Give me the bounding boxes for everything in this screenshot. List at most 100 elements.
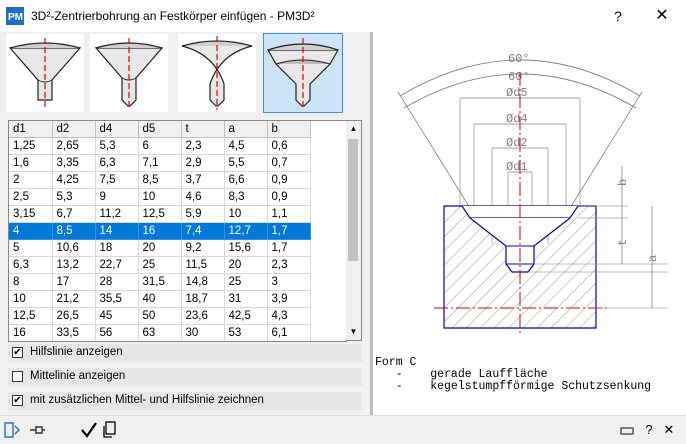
table-cell[interactable]: 1,6 — [9, 154, 53, 172]
table-cell[interactable]: 2 — [9, 171, 53, 189]
dimension-table[interactable]: d1 d2 d4 d5 t a b 1,25 2,65 5,3 6 2,3 4,5 0,6 1,6 3,35 6… — [8, 120, 347, 342]
table-cell[interactable]: 63 — [138, 324, 182, 341]
table-cell[interactable]: 33,5 — [52, 324, 96, 341]
table-cell[interactable]: 16 — [138, 222, 182, 240]
thumbnail-form-b[interactable] — [90, 34, 168, 112]
table-cell[interactable]: 56 — [95, 324, 139, 341]
table-cell[interactable]: 22,7 — [95, 256, 139, 274]
table-cell[interactable]: 28 — [95, 273, 139, 291]
minimize-icon[interactable] — [620, 421, 634, 439]
scroll-down-arrow-icon[interactable]: ▼ — [346, 324, 361, 340]
table-cell[interactable]: 35,5 — [95, 290, 139, 308]
table-cell[interactable]: 7,5 — [95, 171, 139, 189]
table-cell[interactable]: 25 — [138, 256, 182, 274]
table-cell[interactable]: 0,9 — [267, 171, 311, 189]
table-cell[interactable]: 2,3 — [267, 256, 311, 274]
table-scrollbar[interactable]: ▲ ▼ — [346, 120, 362, 341]
table-cell[interactable]: 2,5 — [9, 188, 53, 206]
checkbox-mittellinie[interactable] — [12, 371, 23, 382]
table-cell[interactable]: 6,7 — [52, 205, 96, 223]
table-cell[interactable]: 20 — [138, 239, 182, 257]
table-cell[interactable]: 9,2 — [181, 239, 225, 257]
table-row[interactable]: 8 17 28 31,5 14,8 25 3 — [9, 273, 311, 291]
column-header[interactable]: a — [224, 121, 268, 138]
table-cell[interactable]: 18,7 — [181, 290, 225, 308]
table-row[interactable]: 2,5 5,3 9 10 4,6 8,3 0,9 — [9, 188, 311, 206]
table-cell[interactable]: 4,3 — [267, 307, 311, 325]
column-header[interactable]: d5 — [138, 121, 182, 138]
thumbnail-form-r[interactable] — [178, 34, 256, 112]
checkbox-zusaetzliche-linien[interactable]: ✔ — [12, 395, 23, 406]
table-cell[interactable]: 42,5 — [224, 307, 268, 325]
column-header[interactable]: b — [267, 121, 311, 138]
table-cell[interactable]: 4,5 — [224, 137, 268, 155]
table-cell[interactable]: 7,1 — [138, 154, 182, 172]
table-cell[interactable]: 4,6 — [181, 188, 225, 206]
table-cell[interactable]: 0,7 — [267, 154, 311, 172]
table-cell[interactable]: 6,1 — [267, 324, 311, 341]
table-cell[interactable]: 3,9 — [267, 290, 311, 308]
table-cell[interactable]: 10,6 — [52, 239, 96, 257]
table-cell[interactable]: 4,25 — [52, 171, 96, 189]
scroll-thumb[interactable] — [348, 139, 358, 261]
table-cell[interactable]: 16 — [9, 324, 53, 341]
table-cell[interactable]: 3,35 — [52, 154, 96, 172]
table-cell[interactable]: 14,8 — [181, 273, 225, 291]
table-cell[interactable]: 2,65 — [52, 137, 96, 155]
table-cell[interactable]: 9 — [95, 188, 139, 206]
close-button[interactable]: ✕ — [640, 4, 684, 28]
table-cell[interactable]: 13,2 — [52, 256, 96, 274]
table-cell[interactable]: 17 — [52, 273, 96, 291]
table-cell[interactable]: 6 — [138, 137, 182, 155]
option-mittellinie[interactable]: Mittelinie anzeigen — [8, 368, 362, 386]
table-cell[interactable]: 11,5 — [181, 256, 225, 274]
table-row[interactable]: 10 21,2 35,5 40 18,7 31 3,9 — [9, 290, 311, 308]
table-cell[interactable]: 3,15 — [9, 205, 53, 223]
table-cell[interactable]: 45 — [95, 307, 139, 325]
table-row[interactable]: 3,15 6,7 11,2 12,5 5,9 10 1,1 — [9, 205, 311, 223]
table-cell[interactable]: 23,6 — [181, 307, 225, 325]
panel-splitter[interactable] — [370, 32, 373, 415]
table-cell[interactable]: 12,5 — [9, 307, 53, 325]
table-cell[interactable]: 26,5 — [52, 307, 96, 325]
table-cell[interactable]: 10 — [224, 205, 268, 223]
table-cell[interactable]: 18 — [95, 239, 139, 257]
table-cell[interactable]: 12,7 — [224, 222, 268, 240]
table-cell[interactable]: 40 — [138, 290, 182, 308]
table-cell[interactable]: 3,7 — [181, 171, 225, 189]
table-cell[interactable]: 7,4 — [181, 222, 225, 240]
table-cell[interactable]: 50 — [138, 307, 182, 325]
table-row[interactable]: 4 8,5 14 16 7,4 12,7 1,7 — [9, 222, 311, 240]
table-cell[interactable]: 53 — [224, 324, 268, 341]
table-cell[interactable]: 5 — [9, 239, 53, 257]
table-cell[interactable]: 1,7 — [267, 222, 311, 240]
table-cell[interactable]: 8,5 — [138, 171, 182, 189]
table-cell[interactable]: 31,5 — [138, 273, 182, 291]
table-cell[interactable]: 6,6 — [224, 171, 268, 189]
table-cell[interactable]: 8,3 — [224, 188, 268, 206]
table-cell[interactable]: 4 — [9, 222, 53, 240]
table-cell[interactable]: 1,25 — [9, 137, 53, 155]
help-icon[interactable]: ? — [642, 421, 656, 439]
column-header[interactable]: d1 — [9, 121, 53, 138]
table-cell[interactable]: 25 — [224, 273, 268, 291]
column-header[interactable]: d2 — [52, 121, 96, 138]
option-hilfslinie[interactable]: ✔ Hilfslinie anzeigen — [8, 344, 362, 362]
close-icon[interactable]: ✕ — [662, 421, 676, 439]
column-header[interactable]: t — [181, 121, 225, 138]
table-cell[interactable]: 11,2 — [95, 205, 139, 223]
thumbnail-form-c[interactable] — [263, 33, 343, 113]
checkmark-icon[interactable] — [80, 421, 98, 439]
table-cell[interactable]: 5,3 — [95, 137, 139, 155]
scroll-up-arrow-icon[interactable]: ▲ — [346, 121, 361, 137]
table-cell[interactable]: 15,6 — [224, 239, 268, 257]
table-cell[interactable]: 0,6 — [267, 137, 311, 155]
column-header[interactable]: d4 — [95, 121, 139, 138]
table-cell[interactable]: 5,5 — [224, 154, 268, 172]
table-cell[interactable]: 30 — [181, 324, 225, 341]
table-row[interactable]: 6,3 13,2 22,7 25 11,5 20 2,3 — [9, 256, 311, 274]
pin-icon[interactable] — [28, 421, 46, 439]
table-cell[interactable]: 10 — [138, 188, 182, 206]
thumbnail-form-a[interactable] — [6, 34, 84, 112]
table-cell[interactable]: 31 — [224, 290, 268, 308]
